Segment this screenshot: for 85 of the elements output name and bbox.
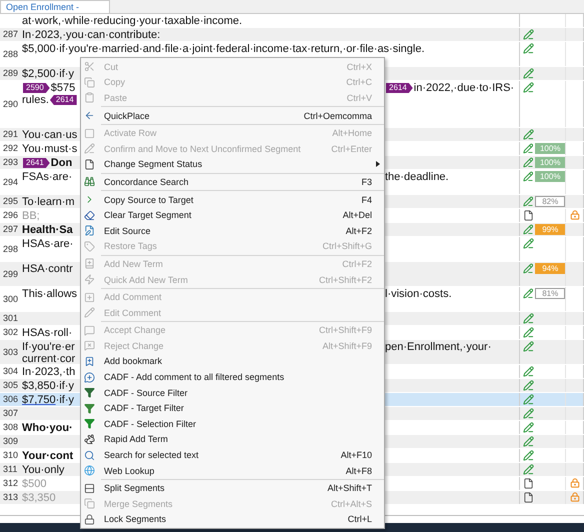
row-number: 288 — [2, 48, 20, 60]
row-number: 308 — [2, 422, 20, 433]
segment-text: In·2023,·you·can·contribute: — [22, 29, 160, 41]
segment-text: the·deadline. — [385, 171, 449, 183]
segment-text: BB; — [22, 210, 40, 222]
match-badge: 100% — [535, 143, 565, 154]
row-number: 291 — [2, 129, 20, 140]
match-badge: 100% — [535, 157, 565, 168]
shortcut-text: Alt+Home — [332, 128, 372, 138]
match-badge: 94% — [535, 263, 565, 274]
shortcut-text: Alt+Shift+T — [327, 483, 372, 494]
row-number: 310 — [2, 450, 20, 461]
segment-text: $3,850·if·y — [22, 380, 74, 392]
segment-text: current·cor — [22, 353, 76, 364]
row-number: 297 — [2, 224, 20, 235]
row-number: 311 — [2, 464, 18, 475]
shortcut-text: Ctrl+Shift+G — [322, 241, 372, 252]
segment-text: l·vision·costs. — [385, 288, 452, 300]
row-number: 300 — [2, 294, 20, 304]
segment-text: FSAs·are· — [22, 171, 72, 183]
shortcut-text: Alt+F10 — [340, 450, 372, 460]
segment-text: You·must·s — [22, 143, 78, 155]
segment-text: HSA·contr — [22, 263, 73, 275]
row-number: 295 — [2, 196, 20, 207]
shortcut-text: Ctrl+V — [346, 92, 372, 103]
segment-text: If·you're·er — [22, 341, 75, 353]
segment-text: $5,000·if·you're·married·and·file·a·joint·federal·income·tax·return,·or·file·as·single. — [22, 43, 425, 55]
segment-text: $3,350 — [22, 492, 56, 504]
underlined-text: $7,750 — [22, 394, 56, 406]
row-number: 287 — [2, 29, 20, 40]
segment-text: You·only — [22, 464, 64, 476]
segment-text: at·work,·while·reducing·your·taxable·income. — [22, 15, 242, 27]
row-number: 294 — [2, 176, 20, 188]
row-number: 305 — [2, 380, 20, 391]
shortcut-text: Alt+F8 — [346, 466, 372, 476]
segment-text: Health·Sa — [22, 224, 73, 236]
row-number: 302 — [2, 327, 20, 338]
row-number: 301 — [2, 313, 20, 324]
segment-text: Your·cont — [22, 450, 74, 462]
shortcut-text: F3 — [361, 176, 372, 187]
match-badge: 82% — [535, 196, 565, 207]
row-number: 292 — [2, 143, 20, 154]
shortcut-text: Alt+Del — [342, 210, 372, 220]
row-number: 304 — [2, 366, 20, 377]
segment-text: Who·you· — [22, 422, 73, 434]
segment-text: You·can·us — [22, 129, 78, 141]
shortcut-text: Ctrl+F2 — [342, 258, 372, 269]
segment-text: ·if·y — [56, 394, 74, 406]
segment-text: In·2023,·th — [22, 366, 76, 378]
shortcut-text: Ctrl+C — [346, 77, 372, 88]
match-badge: 99% — [535, 224, 565, 235]
shortcut-text: Ctrl+Oemcomma — [304, 110, 372, 121]
row-number: 313 — [2, 492, 20, 503]
row-number: 303 — [2, 346, 20, 358]
row-number: 293 — [2, 157, 20, 168]
row-number: 307 — [2, 408, 20, 419]
shortcut-text: Alt+F2 — [346, 226, 372, 236]
row-number: 309 — [2, 436, 20, 447]
segment-text: $500 — [22, 478, 46, 490]
row-number: 290 — [2, 98, 20, 110]
segment-text: Don — [50, 157, 72, 169]
segment-text: HSAs·roll· — [22, 327, 72, 339]
segment-text: pen·Enrollment,·your· — [385, 341, 492, 353]
shortcut-text: Alt+Shift+F9 — [322, 340, 372, 351]
segment-text: $2,500·if·y — [22, 68, 74, 80]
segment-text: in·2022,·due·to·IRS· — [414, 82, 514, 94]
match-badge: 81% — [535, 288, 565, 299]
shortcut-text: Ctrl+Shift+F9 — [318, 325, 372, 336]
match-badge: 100% — [535, 171, 565, 182]
row-number: 306 — [2, 394, 20, 405]
shortcut-text: Ctrl+L — [348, 514, 372, 524]
segment-text: HSAs·are· — [22, 238, 74, 250]
shortcut-text: F4 — [361, 194, 372, 205]
row-number: 312 — [2, 478, 20, 489]
segment-text: rules. — [22, 94, 49, 106]
shortcut-text: Ctrl+Alt+S — [330, 498, 372, 509]
segment-text: To·learn·m — [22, 196, 75, 208]
shortcut-text: Ctrl+Shift+F2 — [318, 274, 372, 285]
row-number: 299 — [2, 268, 20, 280]
segment-text: $575 — [50, 82, 76, 94]
shortcut-text: Ctrl+Enter — [331, 144, 372, 154]
row-number: 296 — [2, 210, 20, 221]
row-number: 289 — [2, 68, 20, 79]
row-number: 298 — [2, 244, 20, 254]
segment-text: This·allows — [22, 288, 78, 300]
